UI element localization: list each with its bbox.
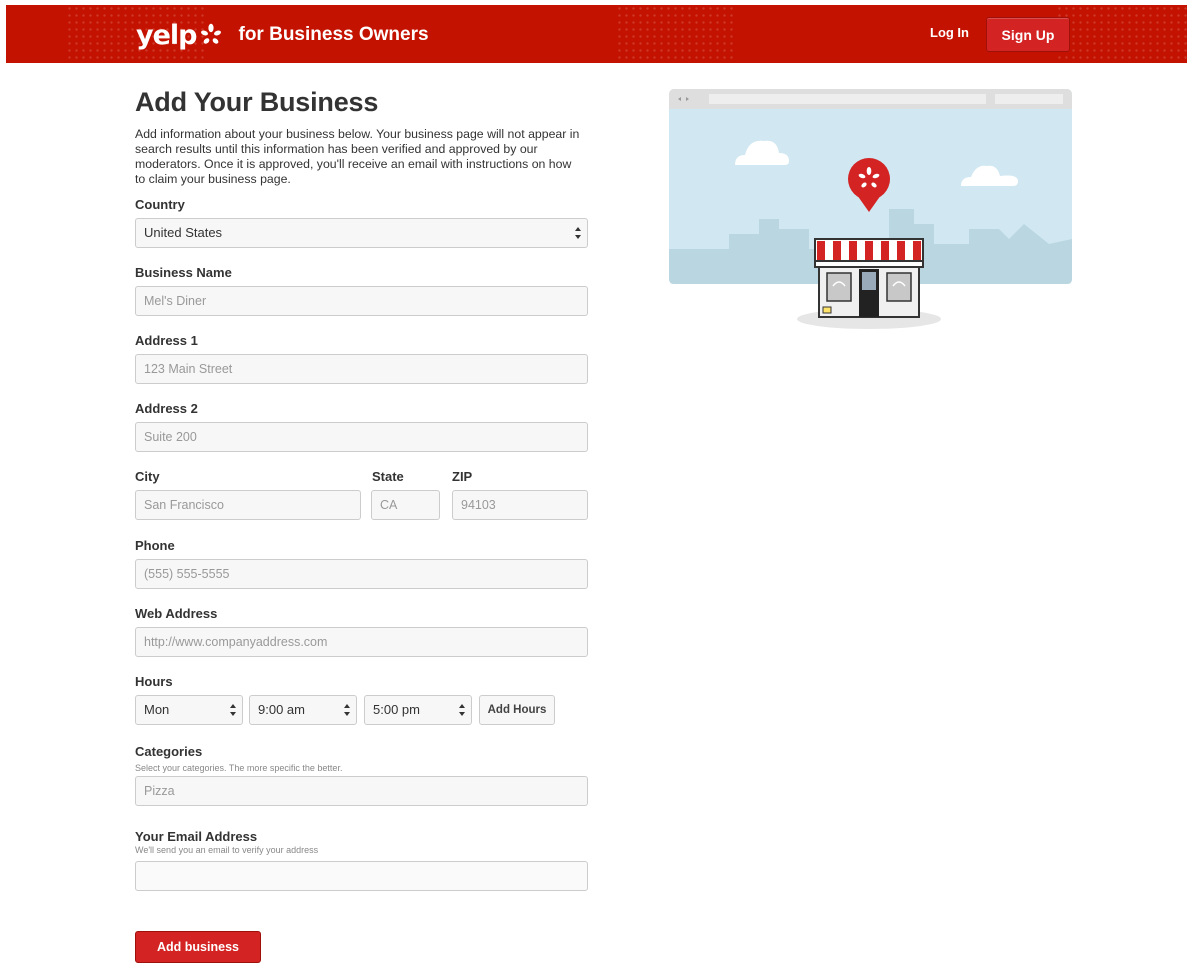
storefront-icon (797, 238, 941, 329)
hours-open-select[interactable]: 9:00 am (249, 695, 357, 725)
categories-input[interactable]: Pizza (135, 776, 588, 806)
hours-row: Mon 9:00 am 5:00 pm Add Hours (135, 695, 589, 727)
business-name-input[interactable]: Mel's Diner (135, 286, 588, 316)
email-hint: We'll send you an email to verify your a… (135, 845, 319, 855)
select-arrows-icon (230, 704, 236, 716)
state-label: State (372, 469, 404, 484)
hours-close-select[interactable]: 5:00 pm (364, 695, 472, 725)
select-arrows-icon (344, 704, 350, 716)
page-title: Add Your Business (135, 87, 379, 117)
country-select[interactable]: United States (135, 218, 588, 248)
add-business-form: Add Your Business Add information about … (135, 86, 589, 963)
email-input[interactable] (135, 861, 588, 891)
storefront-illustration (669, 89, 1072, 329)
address2-label: Address 2 (135, 401, 198, 416)
header-texture (616, 5, 736, 63)
city-state-zip-row: City State ZIP San Francisco CA 94103 (135, 469, 589, 520)
web-address-input[interactable]: http://www.companyaddress.com (135, 627, 588, 657)
country-value: United States (144, 225, 223, 240)
zip-input[interactable]: 94103 (452, 490, 588, 520)
country-label: Country (135, 197, 185, 212)
web-address-label: Web Address (135, 606, 218, 621)
hours-day-select[interactable]: Mon (135, 695, 243, 725)
yelp-burst-icon (200, 23, 221, 44)
select-arrows-icon (459, 704, 465, 716)
add-business-button[interactable]: Add business (135, 931, 261, 963)
city-input[interactable]: San Francisco (135, 490, 361, 520)
add-hours-button[interactable]: Add Hours (479, 695, 555, 725)
sign-up-button[interactable]: Sign Up (986, 17, 1070, 52)
hours-close-value: 5:00 pm (373, 702, 420, 717)
hours-label: Hours (135, 674, 173, 689)
intro-text: Add information about your business belo… (135, 127, 580, 186)
hours-day-value: Mon (144, 702, 170, 717)
header-texture (1056, 5, 1187, 63)
hours-open-value: 9:00 am (258, 702, 305, 717)
log-in-link[interactable]: Log In (930, 25, 969, 40)
state-input[interactable]: CA (371, 490, 440, 520)
address1-input[interactable]: 123 Main Street (135, 354, 588, 384)
categories-hint: Select your categories. The more specifi… (135, 763, 343, 773)
select-arrows-icon (575, 227, 581, 239)
address1-label: Address 1 (135, 333, 198, 348)
phone-input[interactable]: (555) 555-5555 (135, 559, 588, 589)
zip-label: ZIP (452, 469, 473, 484)
email-label: Your Email Address (135, 829, 258, 844)
address2-input[interactable]: Suite 200 (135, 422, 588, 452)
logo-wordmark: yelp (136, 19, 197, 51)
city-label: City (135, 469, 160, 484)
categories-label: Categories (135, 744, 203, 759)
header-tagline: for Business Owners (238, 24, 429, 45)
business-name-label: Business Name (135, 265, 232, 280)
phone-label: Phone (135, 538, 175, 553)
top-navigation-bar: yelp for Business Owners Log In Sign Up (6, 5, 1187, 63)
yelp-logo[interactable]: yelp for Business Owners (136, 19, 429, 51)
